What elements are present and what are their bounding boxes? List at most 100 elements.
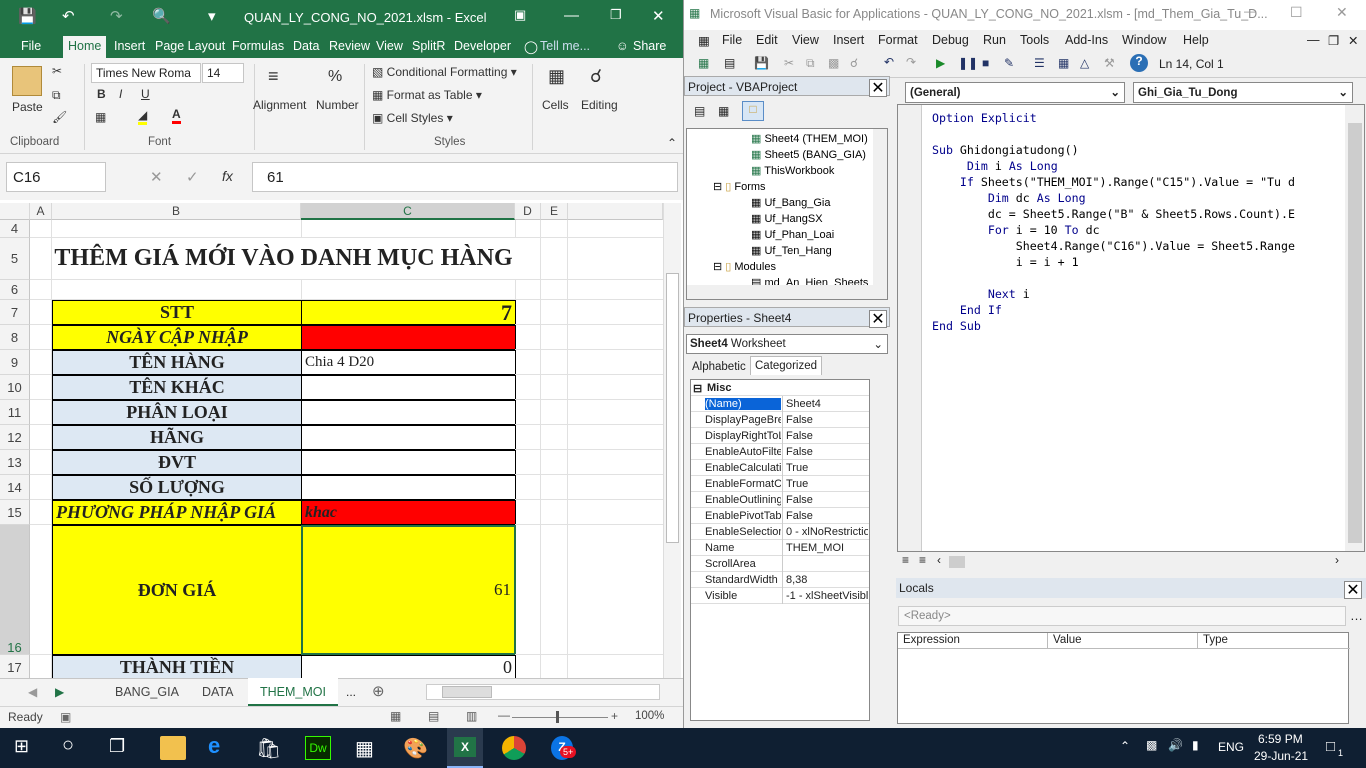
cell-a[interactable] [30, 220, 52, 238]
property-row[interactable]: ScrollArea [691, 556, 869, 572]
row-header[interactable]: 17 [0, 655, 30, 680]
underline-button[interactable]: U [141, 87, 150, 101]
prev-sheet-icon[interactable]: ◀ [28, 685, 37, 699]
label-cell[interactable]: PHƯƠNG PHÁP NHẬP GIÁ [52, 500, 302, 525]
cell-blank[interactable] [568, 425, 663, 450]
property-row[interactable]: Visible -1 - xlSheetVisible [691, 588, 869, 604]
vba-redo-icon[interactable]: ↷ [906, 55, 916, 69]
paste-label[interactable]: Paste [12, 100, 43, 114]
cells-button[interactable]: Cells [542, 98, 569, 112]
vba-copy-icon[interactable]: ⧉ [806, 56, 815, 71]
property-value[interactable]: False [784, 494, 868, 506]
cell-e[interactable] [541, 425, 568, 450]
font-color-icon[interactable]: A [172, 107, 181, 124]
property-value[interactable]: False [784, 510, 868, 522]
cell-blank[interactable] [568, 350, 663, 375]
clock-date[interactable]: 29-Jun-21 [1254, 749, 1308, 763]
row-header[interactable]: 9 [0, 350, 30, 375]
sheet-tab-bang-gia[interactable]: BANG_GIA [115, 685, 179, 699]
property-row[interactable]: DisplayPageBreaksFalse [691, 412, 869, 428]
vertical-scrollbar[interactable] [663, 203, 681, 678]
add-sheet-icon[interactable]: ⊕ [372, 682, 385, 700]
cell-blank[interactable] [568, 220, 663, 238]
collapse-icon[interactable]: ⊟ [713, 261, 725, 273]
property-row[interactable]: DisplayRightToLeftFalse [691, 428, 869, 444]
macro-record-icon[interactable]: ▣ [60, 710, 71, 724]
label-cell[interactable]: SỐ LƯỢNG [52, 475, 302, 500]
code-line[interactable]: For i = 10 To dc [932, 223, 1100, 237]
page-layout-view-icon[interactable]: ▤ [428, 709, 439, 723]
toolbox-icon[interactable]: ⚒ [1104, 56, 1115, 70]
view-code-icon[interactable]: ▤ [694, 104, 705, 118]
label-cell[interactable]: PHÂN LOẠI [52, 400, 302, 425]
property-value[interactable]: 8,38 [784, 574, 868, 586]
font-name-box[interactable]: Times New Roma [91, 63, 201, 83]
dreamweaver-icon[interactable]: Dw [305, 736, 331, 760]
language-indicator[interactable]: ENG [1218, 740, 1244, 754]
menu-insert[interactable]: Insert [833, 33, 864, 47]
cell-a[interactable] [30, 238, 52, 280]
value-cell[interactable]: 61 [301, 525, 516, 655]
more-sheets[interactable]: ... [346, 685, 356, 699]
row-header[interactable]: 6 [0, 280, 30, 300]
mdi-minimize-icon[interactable]: — [1307, 33, 1320, 47]
number-button[interactable]: Number [316, 98, 359, 112]
row-header[interactable]: 4 [0, 220, 30, 238]
chrome-icon[interactable] [502, 736, 526, 760]
run-icon[interactable]: ▶ [936, 56, 945, 70]
property-value[interactable]: -1 - xlSheetVisible [784, 590, 868, 602]
cell-blank[interactable] [568, 375, 663, 400]
tree-item-thisworkbook[interactable]: ▦ ThisWorkbook [751, 164, 834, 177]
cell-blank[interactable] [568, 525, 663, 655]
break-icon[interactable]: ❚❚ [958, 56, 978, 70]
procedure-view-icon[interactable]: ≡ [902, 553, 909, 567]
label-cell[interactable] [52, 280, 302, 300]
cell-e[interactable] [541, 325, 568, 350]
menu-add-ins[interactable]: Add-Ins [1065, 33, 1108, 47]
property-row[interactable]: (Name) Sheet4 [691, 396, 869, 412]
share-button[interactable]: Share [633, 39, 666, 53]
zoom-out-icon[interactable]: — [498, 708, 510, 722]
tree-item-uf-bang-gia[interactable]: ▦ Uf_Bang_Gia [751, 196, 831, 209]
code-line[interactable]: Option Explicit [932, 111, 1037, 125]
menu-format[interactable]: Format [878, 33, 918, 47]
vba-cut-icon[interactable]: ✂ [784, 56, 794, 70]
fill-color-icon[interactable]: ◢ [138, 108, 148, 125]
formula-input[interactable]: 61 [252, 162, 678, 192]
property-row[interactable]: EnableFormatConditionsCalculationTrue [691, 476, 869, 492]
edge-icon[interactable]: e [208, 733, 234, 758]
zoom-slider[interactable] [512, 717, 608, 718]
tree-item-uf-hangsx[interactable]: ▦ Uf_HangSX [751, 212, 823, 225]
bold-button[interactable]: B [97, 87, 106, 101]
code-line[interactable]: dc = Sheet5.Range("B" & Sheet5.Rows.Coun… [932, 207, 1295, 221]
cell-d[interactable] [515, 220, 541, 238]
cell-e[interactable] [541, 475, 568, 500]
scroll-right-icon[interactable]: › [1335, 553, 1339, 567]
cell-a[interactable] [30, 400, 52, 425]
row-header[interactable]: 10 [0, 375, 30, 400]
value-cell[interactable] [301, 325, 516, 350]
code-line[interactable]: Sheet4.Range("C16").Value = Sheet5.Range [932, 239, 1295, 253]
vba-minimize-icon[interactable]: — [1244, 4, 1256, 18]
locals-col-value[interactable]: Value [1048, 633, 1198, 649]
file-explorer-icon[interactable] [160, 736, 186, 760]
worksheet-grid[interactable]: A B C D E 4 5 THÊM GIÁ MỚI VÀO DANH MỤC HÀ… [0, 200, 683, 680]
cell-d[interactable] [515, 400, 541, 425]
cell-d[interactable] [515, 475, 541, 500]
insert-function-button[interactable]: fx [222, 168, 233, 184]
tree-item-uf-phan-loai[interactable]: ▦ Uf_Phan_Loai [751, 228, 834, 241]
label-cell[interactable]: STT [52, 300, 302, 325]
tab-page-layout[interactable]: Page Layout [155, 39, 225, 53]
value-cell[interactable] [301, 425, 516, 450]
percent-icon[interactable]: % [328, 68, 342, 86]
value-cell[interactable] [301, 375, 516, 400]
windows-start-icon[interactable]: ⊞ [14, 736, 40, 760]
help-icon[interactable]: ? [1130, 54, 1148, 72]
code-line[interactable]: End Sub [932, 319, 981, 333]
task-view-icon[interactable]: ❐ [109, 736, 135, 760]
insert-module-icon[interactable]: ▤ [724, 56, 735, 70]
normal-view-icon[interactable]: ▦ [390, 709, 401, 723]
row-header[interactable]: 16 [0, 525, 30, 655]
cell-blank[interactable] [568, 400, 663, 425]
vba-find-icon[interactable]: ☌ [850, 56, 858, 70]
